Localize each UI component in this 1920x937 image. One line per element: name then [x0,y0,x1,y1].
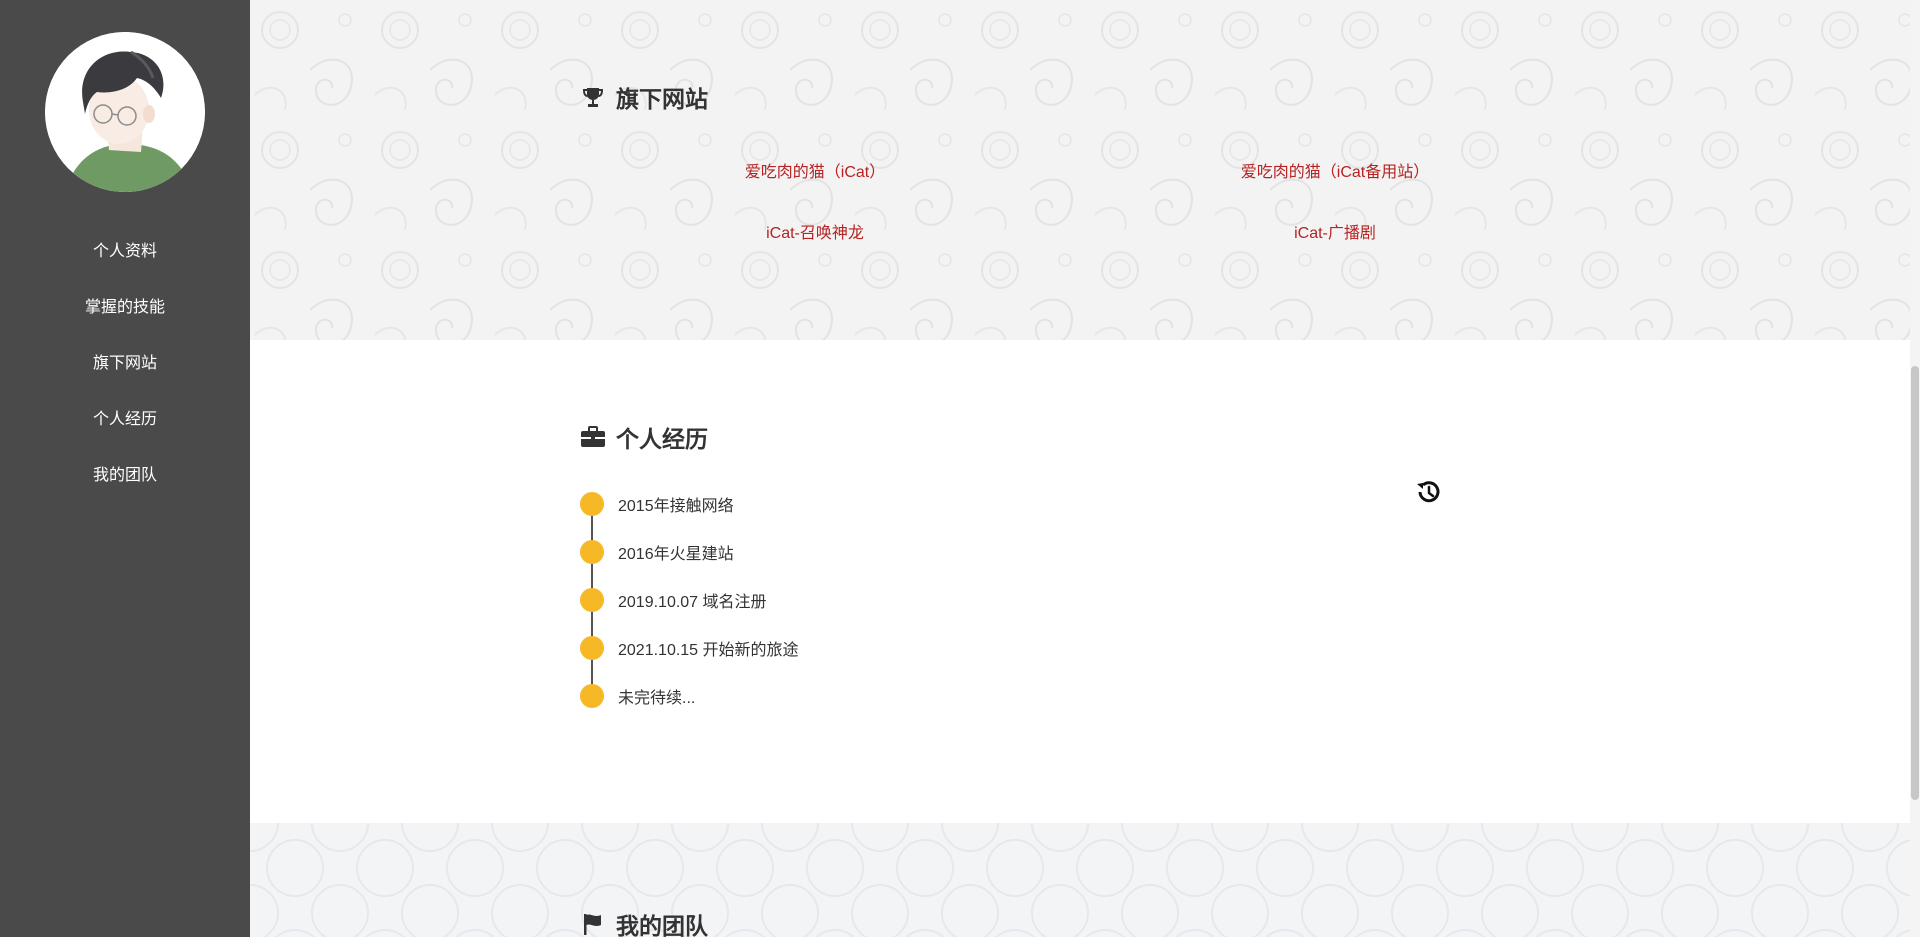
scrollbar-thumb[interactable] [1911,366,1919,800]
site-link-icat[interactable]: 爱吃肉的猫（iCat） [665,158,965,182]
timeline-dot [580,588,604,612]
timeline-text: 2016年火星建站 [618,546,734,563]
timeline-item: 2016年火星建站 [580,528,799,576]
timeline-item: 2015年接触网络 [580,480,799,528]
timeline-text: 2019.10.07 域名注册 [618,594,767,611]
main-content: 旗下网站 爱吃肉的猫（iCat） 爱吃肉的猫（iCat备用站） iCat-召唤神… [250,0,1920,937]
paisley-pattern [250,0,1910,340]
floral-pattern [250,823,1910,937]
timeline-dot [580,492,604,516]
timeline-text: 2015年接触网络 [618,498,734,515]
sidebar: 个人资料 掌握的技能 旗下网站 个人经历 我的团队 [0,0,250,937]
site-link-icat-radio[interactable]: iCat-广播剧 [1185,219,1485,243]
trophy-icon [580,84,606,110]
nav-item-team[interactable]: 我的团队 [0,460,250,516]
experience-title: 个人经历 [580,420,708,454]
experience-section: 个人经历 2015年接触网络 2016年火星建站 2019.10.07 域名注册… [250,340,1910,823]
nav-item-profile[interactable]: 个人资料 [0,236,250,292]
briefcase-icon [580,424,606,450]
nav-item-skills[interactable]: 掌握的技能 [0,292,250,348]
timeline-item: 2019.10.07 域名注册 [580,576,799,624]
history-icon [1414,478,1442,506]
sites-title: 旗下网站 [580,80,708,114]
timeline-dot [580,684,604,708]
flag-icon [580,911,606,937]
sites-title-text: 旗下网站 [616,86,708,112]
timeline-dot [580,636,604,660]
experience-title-text: 个人经历 [616,426,708,452]
nav-item-sites[interactable]: 旗下网站 [0,348,250,404]
timeline-text: 2021.10.15 开始新的旅途 [618,642,799,659]
sites-section: 旗下网站 爱吃肉的猫（iCat） 爱吃肉的猫（iCat备用站） iCat-召唤神… [250,0,1910,340]
timeline-item: 未完待续... [580,672,799,720]
timeline-text: 未完待续... [618,690,696,707]
timeline-dot [580,540,604,564]
site-link-icat-dragon[interactable]: iCat-召唤神龙 [665,219,965,243]
site-link-icat-backup[interactable]: 爱吃肉的猫（iCat备用站） [1185,158,1485,182]
team-title-text: 我的团队 [616,913,708,937]
nav-item-experience[interactable]: 个人经历 [0,404,250,460]
sidebar-nav: 个人资料 掌握的技能 旗下网站 个人经历 我的团队 [0,236,250,516]
avatar[interactable] [45,32,205,192]
team-title: 我的团队 [580,907,708,937]
team-section: 我的团队 [250,823,1910,937]
experience-timeline: 2015年接触网络 2016年火星建站 2019.10.07 域名注册 2021… [580,480,799,720]
timeline-item: 2021.10.15 开始新的旅途 [580,624,799,672]
